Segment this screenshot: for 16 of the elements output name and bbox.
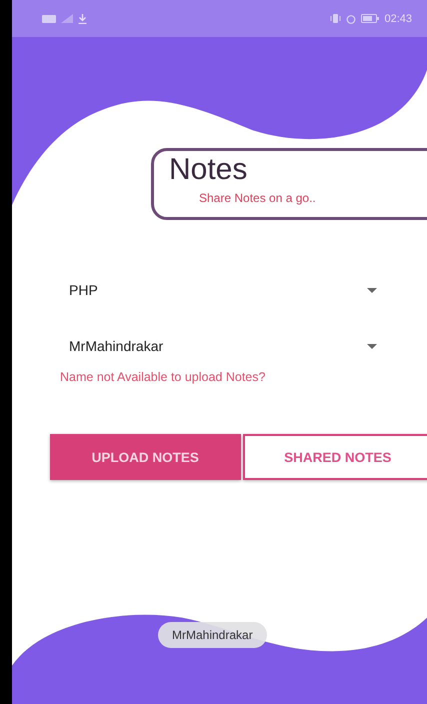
caret-icon xyxy=(367,344,377,348)
toast-message: MrMahindrakar xyxy=(158,622,267,648)
caret-icon xyxy=(367,288,377,292)
alarm-icon xyxy=(346,14,356,24)
shared-button[interactable]: SHARED NOTES xyxy=(242,434,427,480)
download-icon xyxy=(78,14,87,24)
dropdown[interactable]: MrMahindrakar xyxy=(69,334,377,358)
clock-time: 02:43 xyxy=(384,12,412,24)
battery-icon xyxy=(361,14,380,23)
error-message: Name not Available to upload Notes? xyxy=(60,370,266,384)
app-title: Notes xyxy=(169,153,248,187)
keyboard-icon xyxy=(42,14,56,22)
vibrate-icon xyxy=(330,14,342,23)
app-subtitle: Share Notes on a go.. xyxy=(199,191,317,205)
signal-icon xyxy=(61,14,73,23)
dropdown[interactable]: PHP xyxy=(69,278,377,302)
